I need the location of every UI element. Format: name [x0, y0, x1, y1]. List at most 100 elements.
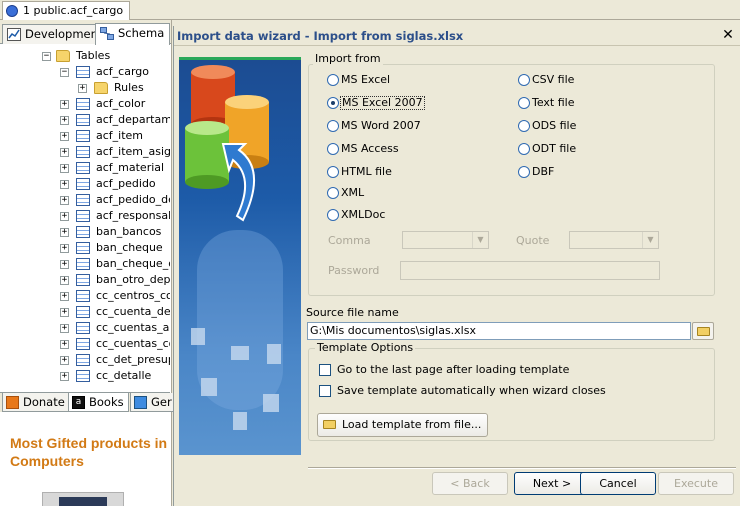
quote-combo[interactable]: ▼	[569, 231, 659, 249]
cancel-button[interactable]: Cancel	[580, 472, 656, 495]
tree-node-table[interactable]: +ban_cheque_de	[0, 256, 170, 272]
table-icon	[76, 130, 90, 142]
tree-node-tables[interactable]: − Tables	[0, 48, 170, 64]
radio-circle[interactable]	[518, 74, 530, 86]
execute-button[interactable]: Execute	[658, 472, 734, 495]
source-file-label: Source file name	[306, 306, 399, 319]
expand-icon[interactable]: +	[60, 356, 69, 365]
checkbox-square[interactable]	[319, 385, 331, 397]
radio-label: MS Excel 2007	[340, 96, 425, 110]
browse-button[interactable]	[692, 322, 714, 340]
radio-circle[interactable]	[327, 74, 339, 86]
folder-open-icon	[697, 327, 710, 336]
expand-icon[interactable]: +	[60, 244, 69, 253]
collapse-icon[interactable]: −	[42, 52, 51, 61]
tab-schema[interactable]: Schema	[95, 23, 171, 45]
tab-ger[interactable]: Ger	[130, 393, 177, 412]
wizard-banner	[179, 57, 301, 455]
expand-icon[interactable]: +	[78, 84, 87, 93]
product-image[interactable]	[42, 492, 124, 506]
radio-label: CSV file	[532, 73, 575, 86]
expand-icon[interactable]: +	[60, 132, 69, 141]
radio-label: MS Word 2007	[341, 119, 421, 132]
source-file-input[interactable]: G:\Mis documentos\siglas.xlsx	[307, 322, 691, 340]
expand-icon[interactable]: +	[60, 116, 69, 125]
expand-icon[interactable]: +	[60, 212, 69, 221]
promo-text[interactable]: Most Gifted products in Computers	[10, 434, 168, 470]
close-icon[interactable]: ✕	[720, 27, 736, 43]
expand-icon[interactable]: +	[60, 180, 69, 189]
radio-circle[interactable]	[327, 143, 339, 155]
tree-node-table[interactable]: + acf_item	[0, 128, 170, 144]
tree-node-table[interactable]: +acf_responsable	[0, 208, 170, 224]
tree-node-table[interactable]: + acf_color	[0, 96, 170, 112]
radio-label: ODS file	[532, 119, 577, 132]
expand-icon[interactable]: +	[60, 276, 69, 285]
expand-icon[interactable]: +	[60, 340, 69, 349]
expand-icon[interactable]: +	[60, 148, 69, 157]
radio-label: MS Excel	[341, 73, 391, 86]
tree-node-table[interactable]: + acf_pedido	[0, 176, 170, 192]
radio-circle[interactable]	[327, 166, 339, 178]
import-from-label: Import from	[313, 52, 383, 65]
expand-icon[interactable]: +	[60, 372, 69, 381]
chevron-down-icon: ▼	[472, 232, 488, 248]
expand-icon[interactable]: +	[60, 260, 69, 269]
amazon-icon: a	[72, 396, 85, 409]
radio-circle[interactable]	[327, 187, 339, 199]
tree-node-table[interactable]: + acf_material	[0, 160, 170, 176]
tree-node-table[interactable]: + cc_det_presup	[0, 352, 170, 368]
tab-development-label: Development	[25, 27, 103, 41]
tree-node-table[interactable]: − acf_cargo	[0, 64, 170, 80]
tree-node-table[interactable]: +acf_item_asigna	[0, 144, 170, 160]
expand-icon[interactable]: +	[60, 196, 69, 205]
next-button[interactable]: Next >	[514, 472, 590, 495]
expand-icon[interactable]: +	[60, 324, 69, 333]
tab-books-label: Books	[89, 395, 124, 409]
radio-label: XML	[341, 186, 365, 199]
tab-donate[interactable]: Donate	[2, 393, 70, 412]
radio-circle[interactable]	[327, 209, 339, 221]
tab-ger-label: Ger	[151, 395, 172, 409]
expand-icon[interactable]: +	[60, 228, 69, 237]
tree-node-table[interactable]: +acf_pedido_det	[0, 192, 170, 208]
password-field[interactable]	[400, 261, 660, 280]
checkbox-square[interactable]	[319, 364, 331, 376]
tree-node-table[interactable]: + cc_cuenta_dep	[0, 304, 170, 320]
tree-node-table[interactable]: + cc_cuentas_au	[0, 320, 170, 336]
comma-combo[interactable]: ▼	[402, 231, 489, 249]
template-options-label: Template Options	[315, 341, 416, 354]
table-icon	[76, 98, 90, 110]
tab-development[interactable]: Development	[2, 24, 109, 44]
radio-circle[interactable]	[327, 120, 339, 132]
radio-circle[interactable]	[518, 97, 530, 109]
radio-circle[interactable]	[327, 97, 339, 109]
dialog-title-text: Import data wizard - Import from siglas.…	[177, 29, 464, 43]
tree-node-table[interactable]: + ban_bancos	[0, 224, 170, 240]
expand-icon[interactable]: +	[60, 292, 69, 301]
radio-circle[interactable]	[518, 143, 530, 155]
document-tab[interactable]: 1 public.acf_cargo	[2, 1, 131, 20]
tree-node-table[interactable]: + ban_cheque	[0, 240, 170, 256]
tree-node-table[interactable]: +acf_departamer	[0, 112, 170, 128]
tab-books[interactable]: a Books	[68, 393, 129, 412]
expand-icon[interactable]: +	[60, 164, 69, 173]
quote-label: Quote	[516, 234, 550, 247]
back-button[interactable]: < Back	[432, 472, 508, 495]
collapse-icon[interactable]: −	[60, 68, 69, 77]
tree-node-table[interactable]: +ban_otro_depos	[0, 272, 170, 288]
tree-node-rules[interactable]: + Rules	[0, 80, 170, 96]
load-template-button[interactable]: Load template from file...	[317, 413, 489, 437]
import-wizard-dialog: Import data wizard - Import from siglas.…	[173, 26, 740, 506]
tree-node-table[interactable]: + cc_cuentas_co	[0, 336, 170, 352]
database-cylinders-icon	[185, 65, 281, 430]
table-icon	[76, 178, 90, 190]
radio-circle[interactable]	[518, 166, 530, 178]
tree-node-table[interactable]: +cc_centros_cos	[0, 288, 170, 304]
tree-node-table[interactable]: + cc_detalle	[0, 368, 170, 384]
radio-circle[interactable]	[518, 120, 530, 132]
product-screen	[59, 497, 107, 506]
expand-icon[interactable]: +	[60, 100, 69, 109]
document-tab-label: 1 public.acf_cargo	[23, 4, 124, 17]
expand-icon[interactable]: +	[60, 308, 69, 317]
